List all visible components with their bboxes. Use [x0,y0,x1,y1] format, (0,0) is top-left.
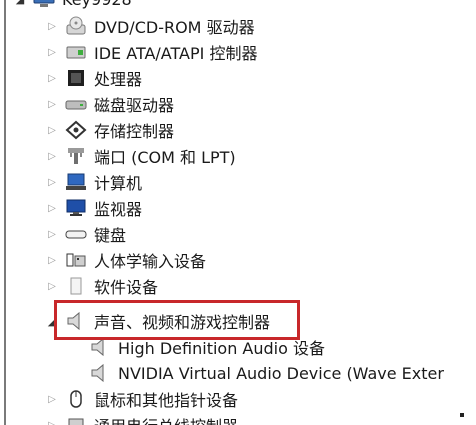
optical-drive-icon [65,16,87,36]
ide-controller-icon [65,42,87,62]
tree-item-label: 软件设备 [94,278,159,297]
speaker-icon [65,311,87,331]
tree-item-usb[interactable]: ▷ 通用串行总线控制器 [46,412,238,425]
tree-item-label: 监视器 [94,200,143,219]
tree-item-sound-video-game[interactable]: ◢ 声音、视频和游戏控制器 [46,308,270,334]
cursor-marker [460,413,464,417]
tree-item-computer[interactable]: ▷ 计算机 [46,169,142,195]
tree-item-processor[interactable]: ▷ 处理器 [46,65,142,91]
port-icon [65,146,87,166]
expand-arrow-icon[interactable]: ▷ [46,99,58,110]
expand-arrow-icon[interactable]: ▷ [46,229,58,240]
tree-item-storage-controller[interactable]: ▷ 存储控制器 [46,117,174,143]
storage-controller-icon [65,120,87,140]
expand-arrow-icon[interactable]: ▷ [46,281,58,292]
tree-item-label: 处理器 [94,70,143,89]
disk-drive-icon [65,94,87,114]
tree-item-label: High Definition Audio 设备 [118,339,325,358]
expand-arrow-icon[interactable]: ▷ [46,151,58,162]
computer-icon [33,0,55,9]
tree-item-disk-drive[interactable]: ▷ 磁盘驱动器 [46,91,174,117]
tree-item-hid[interactable]: ▷ 人体学输入设备 [46,247,206,273]
tree-item-label: NVIDIA Virtual Audio Device (Wave Exter [118,363,444,383]
usb-icon [65,415,87,425]
pane-border [4,0,6,425]
expand-arrow-icon[interactable]: ▷ [46,394,58,405]
tree-item-label: 计算机 [94,174,143,193]
tree-item-label: 通用串行总线控制器 [94,413,238,425]
software-device-icon [65,276,87,296]
expand-arrow-icon[interactable]: ▷ [46,21,58,32]
tree-item-label: 鼠标和其他指针设备 [94,391,239,410]
hid-icon [65,250,87,270]
tree-item-label: 声音、视频和游戏控制器 [94,313,271,332]
tree-item-port[interactable]: ▷ 端口 (COM 和 LPT) [46,143,236,169]
tree-item-monitor[interactable]: ▷ 监视器 [46,195,142,221]
expand-arrow-icon[interactable]: ▷ [46,47,58,58]
tree-item-software-device[interactable]: ▷ 软件设备 [46,273,158,299]
collapse-arrow-icon[interactable]: ◢ [46,315,58,328]
tree-item-label: DVD/CD-ROM 驱动器 [94,18,255,37]
mouse-icon [65,389,87,409]
keyboard-icon [65,224,87,244]
tree-item-label: 磁盘驱动器 [94,96,175,115]
tree-item-label: IDE ATA/ATAPI 控制器 [94,44,258,63]
tree-item-label: 端口 (COM 和 LPT) [94,148,236,167]
speaker-icon [89,363,111,383]
tree-item-label: 存储控制器 [94,122,175,141]
tree-item-keyboard[interactable]: ▷ 键盘 [46,221,126,247]
tree-item-ide-controller[interactable]: ▷ IDE ATA/ATAPI 控制器 [46,39,257,65]
expand-arrow-icon[interactable]: ▷ [46,177,58,188]
tree-item-label: 键盘 [94,226,127,245]
device-manager-tree: ◢ Key9928 ▷ DVD/CD-ROM 驱动器 ▷ IDE ATA/ATA… [0,0,476,425]
tree-root-computer[interactable]: ◢ Key9928 [14,0,132,12]
tree-child-nvidia-virtual-audio[interactable]: NVIDIA Virtual Audio Device (Wave Exter [82,360,444,386]
expand-arrow-icon[interactable]: ▷ [46,73,58,84]
monitor-icon [65,198,87,218]
tree-item-dvd-cdrom[interactable]: ▷ DVD/CD-ROM 驱动器 [46,13,255,39]
expand-arrow-icon[interactable]: ▷ [46,125,58,136]
processor-icon [65,68,87,88]
tree-item-label: 人体学输入设备 [94,252,207,271]
expand-arrow-icon[interactable]: ▷ [46,255,58,266]
tree-child-hd-audio[interactable]: High Definition Audio 设备 [82,334,325,360]
computer-icon [65,172,87,192]
collapse-arrow-icon[interactable]: ◢ [14,0,26,6]
expand-arrow-icon[interactable]: ▷ [46,420,58,425]
tree-item-mouse[interactable]: ▷ 鼠标和其他指针设备 [46,386,238,412]
expand-arrow-icon[interactable]: ▷ [46,203,58,214]
speaker-icon [89,337,111,357]
tree-root-label: Key9928 [62,0,132,9]
